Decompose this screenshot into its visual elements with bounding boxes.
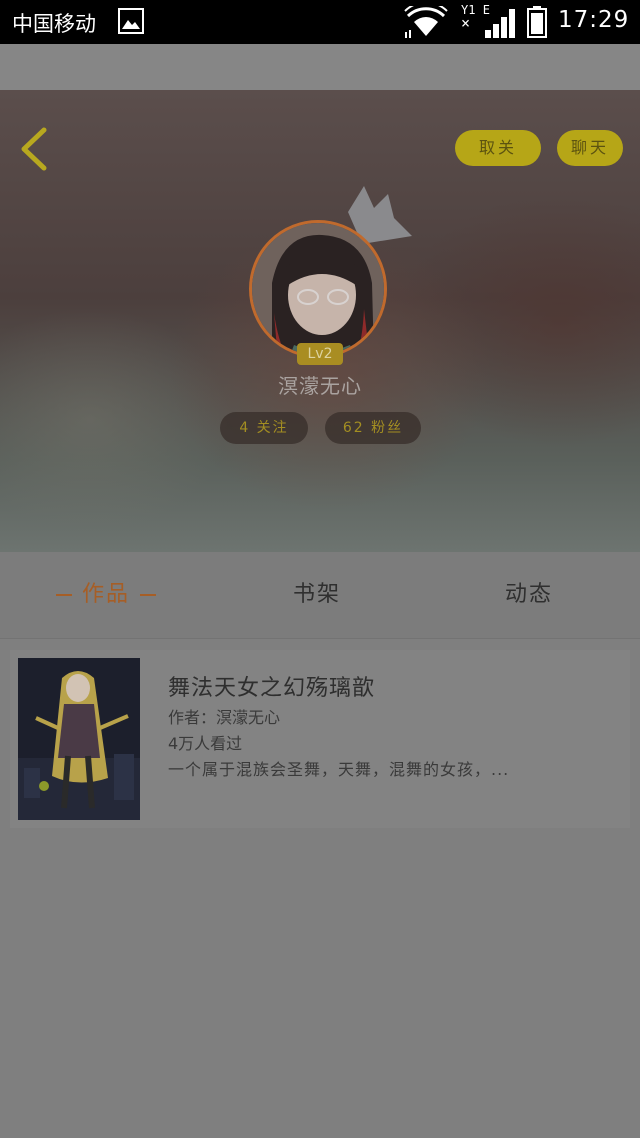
following-count[interactable]: 4 关注 [220, 412, 308, 444]
book-views: 4万人看过 [168, 734, 243, 753]
followers-count[interactable]: 62 粉丝 [325, 412, 421, 444]
avatar-image [252, 223, 384, 355]
tab-indicator-left [56, 594, 72, 596]
book-cover [18, 658, 140, 820]
unfollow-button[interactable]: 取关 [455, 130, 541, 166]
book-author: 作者：溟濛无心 [168, 708, 281, 727]
level-badge: Lv2 [297, 343, 343, 365]
book-card[interactable]: 舞法天女之幻殇璃歆 作者：溟濛无心 4万人看过 一个属于混族会圣舞，天舞，混舞的… [10, 650, 630, 828]
book-description: 一个属于混族会圣舞，天舞，混舞的女孩，... [168, 760, 510, 779]
back-arrow-icon[interactable] [14, 126, 54, 172]
profile-header: 取关 聊天 Lv2 溟濛无心 4 关注 62 粉丝 [0, 90, 640, 552]
tab-bookshelf[interactable]: 书架 [293, 552, 341, 638]
image-icon [118, 8, 144, 34]
tab-works[interactable]: 作品 [46, 552, 166, 638]
tab-works-label: 作品 [82, 582, 131, 607]
carrier-name: 中国移动 [12, 12, 96, 36]
status-bar: 中国移动 Y1 E × 17:29 [0, 0, 640, 44]
book-title: 舞法天女之幻殇璃歆 [168, 676, 376, 701]
signal-icon [485, 9, 515, 38]
empty-area [0, 830, 640, 1138]
book-cover-image [18, 658, 140, 820]
signal-label-x: × [461, 14, 471, 32]
username: 溟濛无心 [278, 374, 362, 398]
chat-button[interactable]: 聊天 [557, 130, 623, 166]
tab-indicator-right [140, 594, 157, 596]
avatar[interactable] [249, 220, 387, 358]
battery-icon [527, 6, 547, 38]
tab-feed[interactable]: 动态 [505, 552, 553, 638]
tab-bar: 作品 书架 动态 [0, 552, 640, 639]
wifi-icon [404, 6, 448, 38]
toolbar-strip [0, 44, 640, 91]
clock: 17:29 [558, 7, 630, 33]
